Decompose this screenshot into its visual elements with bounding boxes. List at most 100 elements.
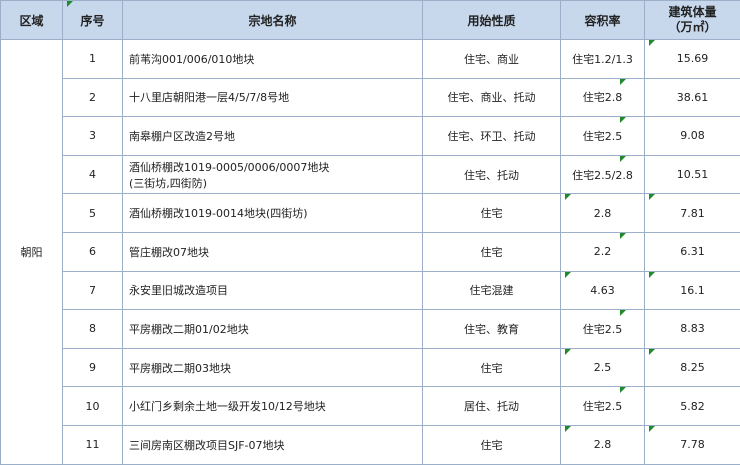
row-use: 住宅混建 bbox=[423, 271, 561, 310]
row-volume: 7.78 bbox=[645, 425, 740, 464]
row-index: 4 bbox=[63, 155, 123, 194]
row-name: 前苇沟001/006/010地块 bbox=[123, 40, 423, 79]
row-volume: 38.61 bbox=[645, 78, 740, 117]
row-name: 永安里旧城改造项目 bbox=[123, 271, 423, 310]
header-volume-line2: （万㎡） bbox=[668, 20, 716, 34]
row-name: 十八里店朝阳港一层4/5/7/8号地 bbox=[123, 78, 423, 117]
land-parcel-table: 区域 序号 宗地名称 用始性质 容积率 建筑体量（万㎡） 朝阳 1 前苇沟001… bbox=[0, 0, 740, 465]
row-volume: 8.83 bbox=[645, 310, 740, 349]
row-use: 住宅 bbox=[423, 348, 561, 387]
header-district: 区域 bbox=[1, 1, 63, 40]
header-volume: 建筑体量（万㎡） bbox=[645, 1, 740, 40]
row-index: 10 bbox=[63, 387, 123, 426]
row-use: 住宅 bbox=[423, 425, 561, 464]
row-index: 1 bbox=[63, 40, 123, 79]
row-index: 3 bbox=[63, 117, 123, 156]
row-name-line1: 酒仙桥棚改1019-0005/0006/0007地块 bbox=[129, 161, 329, 174]
row-far: 2.2 bbox=[561, 232, 645, 271]
row-far-value: 2.5 bbox=[594, 361, 612, 374]
row-index: 2 bbox=[63, 78, 123, 117]
corner-marker-icon bbox=[67, 1, 73, 7]
corner-marker-icon bbox=[565, 194, 571, 200]
row-far-value: 住宅2.8 bbox=[583, 91, 623, 104]
corner-marker-icon bbox=[649, 40, 655, 46]
row-volume: 8.25 bbox=[645, 348, 740, 387]
table-row: 2 十八里店朝阳港一层4/5/7/8号地 住宅、商业、托动 住宅2.8 38.6… bbox=[1, 78, 740, 117]
row-far-value: 2.8 bbox=[594, 207, 612, 220]
row-index: 9 bbox=[63, 348, 123, 387]
table-row: 3 南皋棚户区改造2号地 住宅、环卫、托动 住宅2.5 9.08 bbox=[1, 117, 740, 156]
row-far: 住宅2.5/2.8 bbox=[561, 155, 645, 194]
table-row: 10 小红门乡剩余土地一级开发10/12号地块 居住、托动 住宅2.5 5.82 bbox=[1, 387, 740, 426]
row-far: 2.8 bbox=[561, 425, 645, 464]
row-far-value: 住宅2.5 bbox=[583, 400, 623, 413]
header-use: 用始性质 bbox=[423, 1, 561, 40]
row-name: 三间房南区棚改项目SJF-07地块 bbox=[123, 425, 423, 464]
row-far: 住宅2.8 bbox=[561, 78, 645, 117]
row-index: 6 bbox=[63, 232, 123, 271]
corner-marker-icon bbox=[620, 117, 626, 123]
row-far: 2.8 bbox=[561, 194, 645, 233]
header-far: 容积率 bbox=[561, 1, 645, 40]
header-name: 宗地名称 bbox=[123, 1, 423, 40]
row-volume-value: 16.1 bbox=[680, 284, 705, 297]
table-row: 5 酒仙桥棚改1019-0014地块(四街坊) 住宅 2.8 7.81 bbox=[1, 194, 740, 233]
row-use: 住宅、商业 bbox=[423, 40, 561, 79]
corner-marker-icon bbox=[620, 310, 626, 316]
corner-marker-icon bbox=[620, 387, 626, 393]
row-volume: 15.69 bbox=[645, 40, 740, 79]
row-use: 住宅、托动 bbox=[423, 155, 561, 194]
table-row: 朝阳 1 前苇沟001/006/010地块 住宅、商业 住宅1.2/1.3 15… bbox=[1, 40, 740, 79]
row-index: 8 bbox=[63, 310, 123, 349]
corner-marker-icon bbox=[649, 349, 655, 355]
row-index: 5 bbox=[63, 194, 123, 233]
header-index: 序号 bbox=[63, 1, 123, 40]
header-row: 区域 序号 宗地名称 用始性质 容积率 建筑体量（万㎡） bbox=[1, 1, 740, 40]
table-row: 8 平房棚改二期01/02地块 住宅、教育 住宅2.5 8.83 bbox=[1, 310, 740, 349]
row-use: 住宅 bbox=[423, 232, 561, 271]
table-row: 6 管庄棚改07地块 住宅 2.2 6.31 bbox=[1, 232, 740, 271]
corner-marker-icon bbox=[620, 233, 626, 239]
row-volume: 6.31 bbox=[645, 232, 740, 271]
table-row: 7 永安里旧城改造项目 住宅混建 4.63 16.1 bbox=[1, 271, 740, 310]
row-use: 居住、托动 bbox=[423, 387, 561, 426]
corner-marker-icon bbox=[565, 272, 571, 278]
row-far: 住宅1.2/1.3 bbox=[561, 40, 645, 79]
corner-marker-icon bbox=[565, 349, 571, 355]
table-row: 4 酒仙桥棚改1019-0005/0006/0007地块 (三街坊,四街防) 住宅… bbox=[1, 155, 740, 194]
row-far: 住宅2.5 bbox=[561, 117, 645, 156]
row-volume: 10.51 bbox=[645, 155, 740, 194]
row-index: 7 bbox=[63, 271, 123, 310]
row-far-value: 住宅2.5 bbox=[583, 323, 623, 336]
row-far: 住宅2.5 bbox=[561, 387, 645, 426]
corner-marker-icon bbox=[649, 272, 655, 278]
header-index-label: 序号 bbox=[80, 14, 104, 28]
corner-marker-icon bbox=[649, 426, 655, 432]
row-volume: 7.81 bbox=[645, 194, 740, 233]
row-name: 平房棚改二期03地块 bbox=[123, 348, 423, 387]
row-use: 住宅 bbox=[423, 194, 561, 233]
corner-marker-icon bbox=[649, 194, 655, 200]
district-cell: 朝阳 bbox=[1, 40, 63, 465]
row-far-value: 2.8 bbox=[594, 438, 612, 451]
row-volume-value: 15.69 bbox=[677, 52, 709, 65]
row-volume: 9.08 bbox=[645, 117, 740, 156]
row-volume-value: 8.25 bbox=[680, 361, 705, 374]
corner-marker-icon bbox=[565, 426, 571, 432]
row-volume-value: 7.78 bbox=[680, 438, 705, 451]
row-use: 住宅、环卫、托动 bbox=[423, 117, 561, 156]
row-name: 平房棚改二期01/02地块 bbox=[123, 310, 423, 349]
row-volume: 5.82 bbox=[645, 387, 740, 426]
row-volume: 16.1 bbox=[645, 271, 740, 310]
row-far-value: 住宅2.5/2.8 bbox=[572, 169, 633, 182]
row-name: 酒仙桥棚改1019-0005/0006/0007地块 (三街坊,四街防) bbox=[123, 155, 423, 194]
row-use: 住宅、教育 bbox=[423, 310, 561, 349]
row-use: 住宅、商业、托动 bbox=[423, 78, 561, 117]
header-volume-line1: 建筑体量 bbox=[668, 5, 716, 19]
row-name: 管庄棚改07地块 bbox=[123, 232, 423, 271]
corner-marker-icon bbox=[620, 156, 626, 162]
row-name-line2: (三街坊,四街防) bbox=[129, 177, 207, 190]
row-index: 11 bbox=[63, 425, 123, 464]
row-name: 小红门乡剩余土地一级开发10/12号地块 bbox=[123, 387, 423, 426]
row-far-value: 住宅2.5 bbox=[583, 130, 623, 143]
